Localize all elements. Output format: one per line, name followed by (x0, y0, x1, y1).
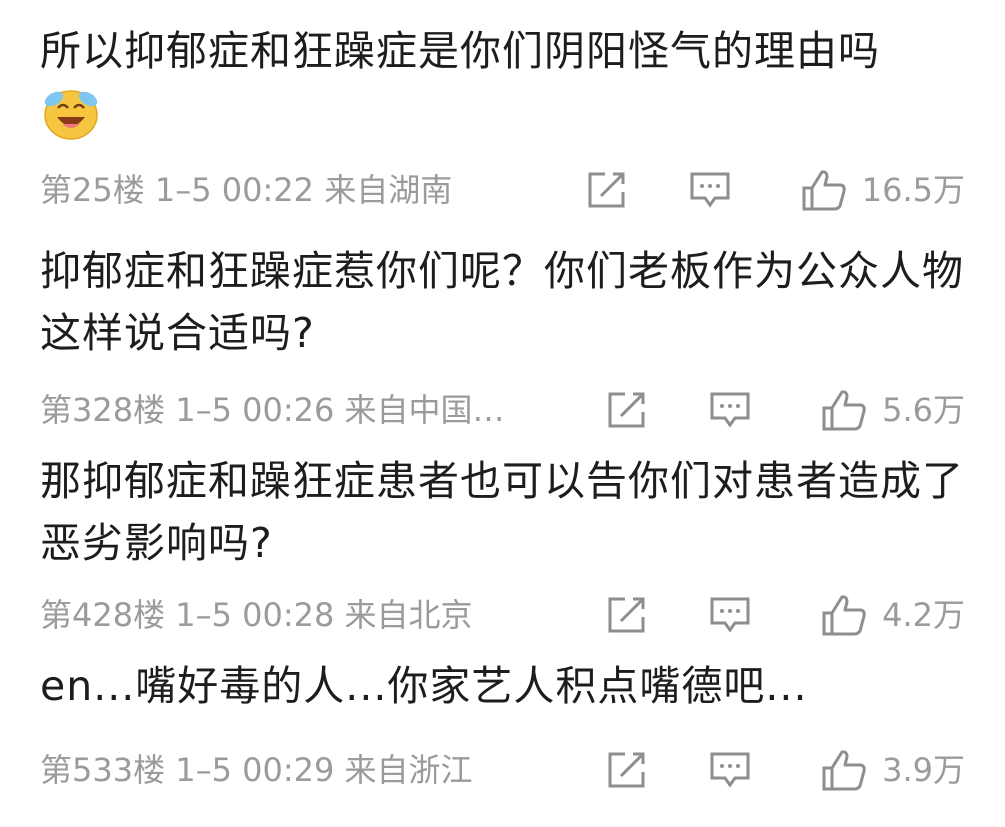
floor-number: 第428楼 (40, 596, 166, 634)
comment-item: en...嘴好毒的人...你家艺人积点嘴德吧... (40, 655, 965, 717)
thumbs-up-icon[interactable] (800, 168, 848, 212)
thumbs-up-icon[interactable] (820, 388, 868, 432)
like-count: 3.9万 (882, 751, 965, 789)
floor-number: 第25楼 (40, 171, 145, 209)
share-icon[interactable] (585, 170, 629, 210)
comment-location: 来自北京 (344, 596, 473, 634)
comment-icon[interactable] (708, 595, 752, 635)
comment-time: 1–5 00:28 (175, 596, 335, 634)
like-count: 4.2万 (882, 596, 965, 634)
comment-content: 那抑郁症和躁狂症患者也可以告你们对患者造成了恶劣影响吗? (40, 457, 964, 567)
comment-item: 那抑郁症和躁狂症患者也可以告你们对患者造成了恶劣影响吗? (40, 450, 965, 574)
like-button[interactable]: 4.2万 (820, 590, 965, 640)
thumbs-up-icon[interactable] (820, 593, 868, 637)
like-count: 16.5万 (861, 171, 965, 209)
floor-number: 第328楼 (40, 391, 166, 429)
comment-content: en...嘴好毒的人...你家艺人积点嘴德吧... (40, 662, 808, 710)
comment-time: 1–5 00:29 (175, 751, 335, 789)
floor-number: 第533楼 (40, 751, 166, 789)
comment-meta: 第533楼 1–5 00:29 来自浙江 3.9万 (40, 745, 965, 795)
share-icon[interactable] (605, 595, 649, 635)
share-icon[interactable] (605, 750, 649, 790)
like-button[interactable]: 16.5万 (800, 165, 965, 215)
comment-time: 1–5 00:26 (175, 391, 335, 429)
comment-location: 来自湖南 (324, 171, 453, 209)
laugh-cry-emoji (40, 86, 102, 144)
comment-content: 抑郁症和狂躁症惹你们呢？你们老板作为公众人物 这样说合适吗? (40, 247, 964, 357)
thumbs-up-icon[interactable] (820, 748, 868, 792)
comment-meta: 第25楼 1–5 00:22 来自湖南 16.5万 (40, 165, 965, 215)
comment-icon[interactable] (708, 750, 752, 790)
comment-meta: 第428楼 1–5 00:28 来自北京 4.2万 (40, 590, 965, 640)
comment-location: 来自浙江 (344, 751, 473, 789)
share-icon[interactable] (605, 390, 649, 430)
comment-time: 1–5 00:22 (154, 171, 315, 209)
like-button[interactable]: 5.6万 (820, 385, 965, 435)
like-button[interactable]: 3.9万 (820, 745, 965, 795)
comment-icon[interactable] (688, 170, 732, 210)
comment-icon[interactable] (708, 390, 752, 430)
comment-content: 所以抑郁症和狂躁症是你们阴阳怪气的理由吗 (40, 27, 880, 75)
like-count: 5.6万 (882, 391, 965, 429)
comment-item: 所以抑郁症和狂躁症是你们阴阳怪气的理由吗 (40, 20, 965, 148)
comment-meta: 第328楼 1–5 00:26 来自中国… 5.6万 (40, 385, 965, 435)
comment-item: 抑郁症和狂躁症惹你们呢？你们老板作为公众人物 这样说合适吗? (40, 240, 965, 364)
comment-location: 来自中国… (344, 391, 505, 429)
